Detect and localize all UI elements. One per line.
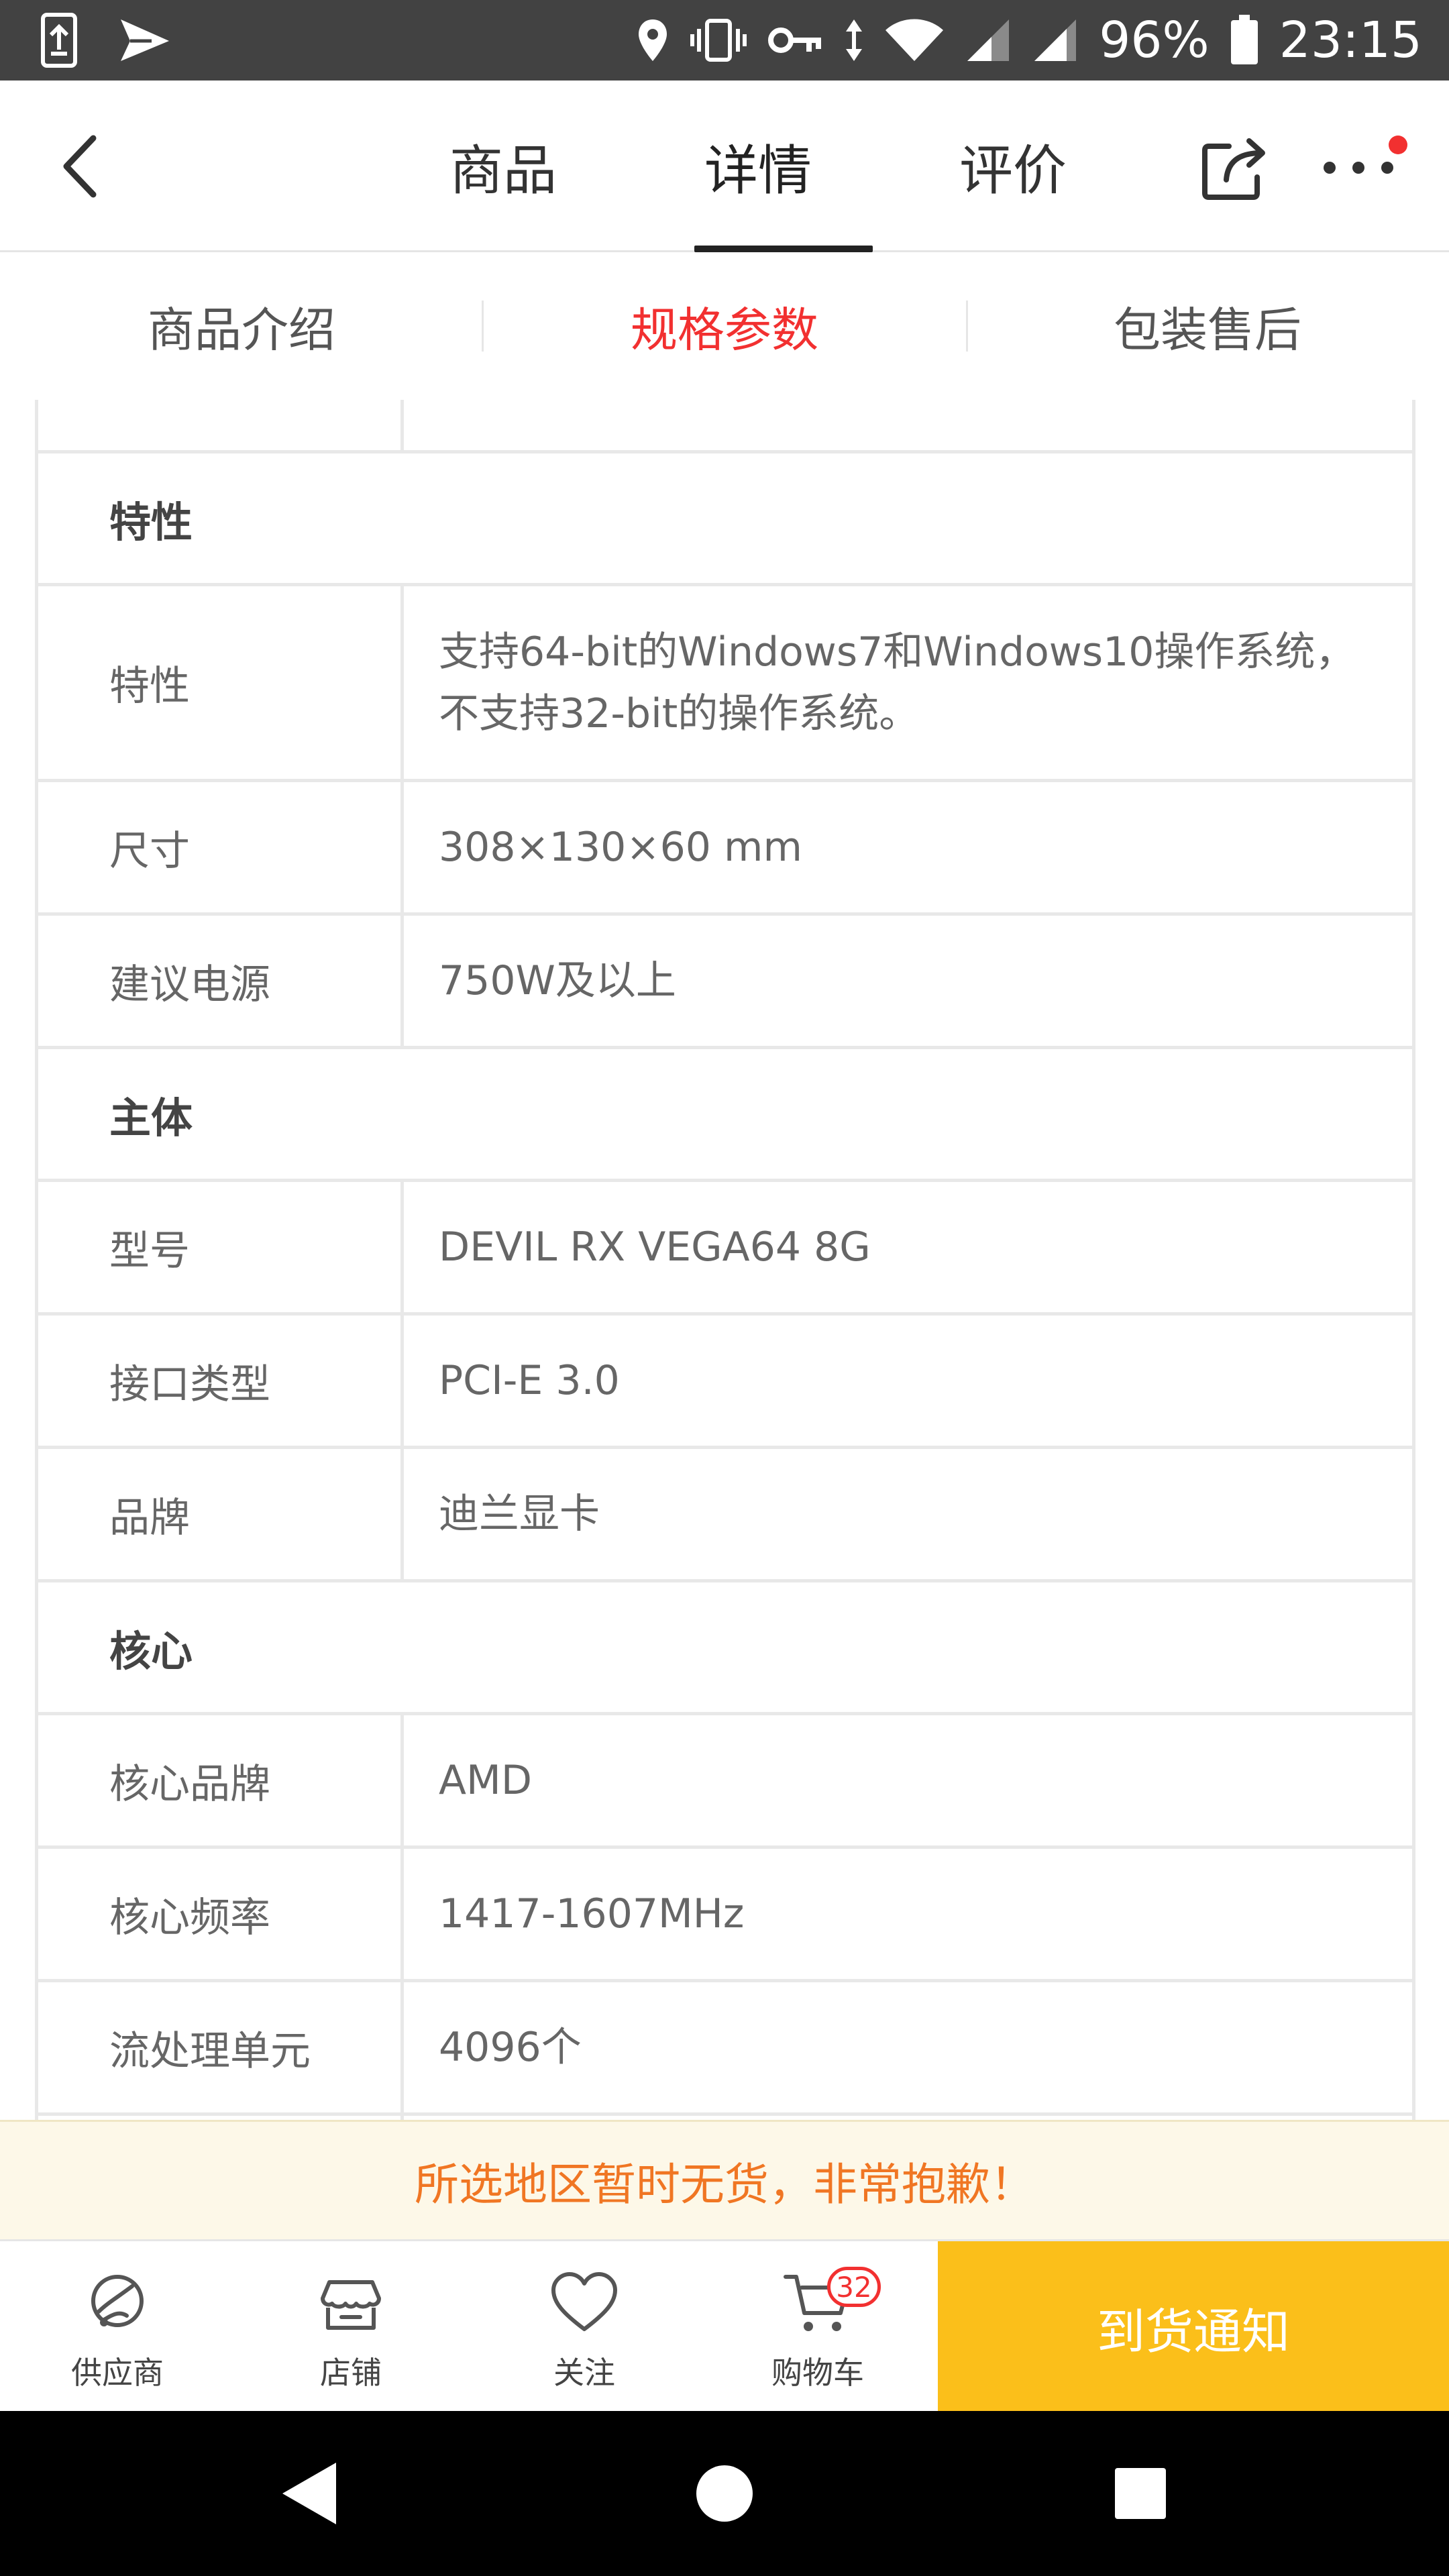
section-header-core: 核心 bbox=[38, 1582, 1412, 1715]
subtab-packaging[interactable]: 包装售后 bbox=[966, 252, 1449, 400]
spec-label: 建议电源 bbox=[38, 916, 404, 1046]
heart-icon bbox=[544, 2265, 625, 2339]
spec-value bbox=[404, 400, 1412, 450]
spec-value: DEVIL RX VEGA64 8G bbox=[439, 1224, 871, 1271]
spec-value: 迪兰显卡 bbox=[439, 1491, 600, 1538]
subtab-divider bbox=[966, 301, 968, 352]
spec-label: 接口类型 bbox=[38, 1316, 404, 1446]
battery-percent: 96% bbox=[1099, 11, 1210, 69]
tab-product[interactable]: 商品 bbox=[376, 80, 631, 252]
share-button[interactable] bbox=[1194, 127, 1275, 208]
share-icon bbox=[1202, 138, 1265, 200]
section-title: 特性 bbox=[109, 497, 193, 547]
section-title: 主体 bbox=[109, 1093, 193, 1142]
back-arrow-icon bbox=[63, 135, 97, 198]
spec-label bbox=[38, 400, 404, 450]
table-row: 核心频率 1417-1607MHz bbox=[38, 1849, 1412, 1982]
spec-scroll-area[interactable]: 特性 特性 支持64-bit的Windows7和Windows10操作系统，不支… bbox=[0, 400, 1449, 2120]
system-nav-bar bbox=[0, 2411, 1449, 2576]
top-tabs: 商品 详情 评价 bbox=[376, 80, 1140, 252]
spec-table: 特性 特性 支持64-bit的Windows7和Windows10操作系统，不支… bbox=[35, 400, 1415, 2120]
table-row: 尺寸 308×130×60 mm bbox=[38, 782, 1412, 916]
nav-back-icon bbox=[282, 2463, 336, 2524]
more-button[interactable] bbox=[1308, 127, 1409, 208]
table-row-partial bbox=[38, 400, 1412, 453]
battery-icon bbox=[1230, 15, 1259, 66]
spec-label: 核心品牌 bbox=[38, 1715, 404, 1845]
data-arrows-icon bbox=[844, 17, 864, 64]
subtab-specs[interactable]: 规格参数 bbox=[483, 252, 966, 400]
vpn-key-icon bbox=[767, 23, 824, 57]
signal-icon bbox=[965, 17, 1012, 64]
spec-value: 4096个 bbox=[439, 2024, 582, 2071]
store-button[interactable]: 店铺 bbox=[233, 2241, 468, 2413]
nav-home-button[interactable] bbox=[691, 2460, 758, 2527]
spec-value: AMD bbox=[439, 1757, 533, 1804]
spec-label: 特性 bbox=[38, 586, 404, 779]
tab-details[interactable]: 详情 bbox=[631, 80, 885, 252]
follow-button[interactable]: 关注 bbox=[467, 2241, 702, 2413]
cart-icon: 32 bbox=[777, 2265, 881, 2339]
screenshot-notification-icon bbox=[40, 12, 78, 68]
spec-value: 750W及以上 bbox=[439, 957, 676, 1004]
top-header: 商品 详情 评价 bbox=[0, 80, 1449, 252]
spec-value: 支持64-bit的Windows7和Windows10操作系统，不支持32-bi… bbox=[439, 628, 1356, 737]
out-of-stock-notice: 所选地区暂时无货，非常抱歉！ bbox=[0, 2120, 1449, 2239]
table-row: 品牌 迪兰显卡 bbox=[38, 1449, 1412, 1582]
store-label: 店铺 bbox=[320, 2355, 382, 2391]
detail-subtabs: 商品介绍 规格参数 包装售后 bbox=[0, 252, 1449, 400]
spec-value: 1417-1607MHz bbox=[439, 1890, 745, 1937]
section-header-main: 主体 bbox=[38, 1049, 1412, 1182]
arrival-notify-button[interactable]: 到货通知 bbox=[938, 2241, 1449, 2413]
more-dots-icon bbox=[1324, 162, 1393, 174]
location-icon bbox=[636, 17, 669, 64]
section-header-features: 特性 bbox=[38, 453, 1412, 586]
cart-label: 购物车 bbox=[771, 2355, 864, 2391]
follow-label: 关注 bbox=[553, 2355, 615, 2391]
customer-service-icon bbox=[77, 2265, 158, 2339]
cart-button[interactable]: 32 购物车 bbox=[700, 2241, 935, 2413]
bottom-action-bar: 供应商 店铺 关注 32 购物车 到货通知 bbox=[0, 2239, 1449, 2413]
cart-count-badge: 32 bbox=[827, 2267, 881, 2307]
spec-label: 品牌 bbox=[38, 1449, 404, 1579]
supplier-button[interactable]: 供应商 bbox=[0, 2241, 235, 2413]
send-notification-icon bbox=[118, 17, 172, 64]
spec-label: 型号 bbox=[38, 1182, 404, 1312]
nav-recents-icon bbox=[1115, 2468, 1166, 2519]
table-row: 特性 支持64-bit的Windows7和Windows10操作系统，不支持32… bbox=[38, 586, 1412, 782]
nav-home-icon bbox=[696, 2465, 753, 2522]
nav-recents-button[interactable] bbox=[1107, 2460, 1174, 2527]
spec-value: 308×130×60 mm bbox=[439, 824, 802, 871]
clock: 23:15 bbox=[1279, 11, 1422, 69]
notification-dot bbox=[1389, 136, 1407, 154]
nav-back-button[interactable] bbox=[275, 2460, 342, 2527]
table-row: 核心品牌 AMD bbox=[38, 1715, 1412, 1849]
spec-label: 尺寸 bbox=[38, 782, 404, 912]
signal-icon-2 bbox=[1032, 17, 1079, 64]
back-button[interactable] bbox=[40, 126, 121, 207]
tab-reviews[interactable]: 评价 bbox=[885, 80, 1140, 252]
spec-value: PCI-E 3.0 bbox=[439, 1357, 620, 1404]
subtab-divider bbox=[482, 301, 484, 352]
table-row: 接口类型 PCI-E 3.0 bbox=[38, 1316, 1412, 1449]
vibrate-icon bbox=[690, 17, 747, 64]
table-row: 流处理单元 4096个 bbox=[38, 1982, 1412, 2116]
table-row: 建议电源 750W及以上 bbox=[38, 916, 1412, 1049]
wifi-icon bbox=[884, 17, 945, 64]
table-row: 型号 DEVIL RX VEGA64 8G bbox=[38, 1182, 1412, 1316]
status-bar: 96% 23:15 bbox=[0, 0, 1449, 80]
spec-label: 核心频率 bbox=[38, 1849, 404, 1979]
store-icon bbox=[311, 2265, 391, 2339]
supplier-label: 供应商 bbox=[71, 2355, 164, 2391]
subtab-product-intro[interactable]: 商品介绍 bbox=[0, 252, 483, 400]
section-title: 核心 bbox=[109, 1626, 193, 1676]
spec-label: 流处理单元 bbox=[38, 1982, 404, 2112]
